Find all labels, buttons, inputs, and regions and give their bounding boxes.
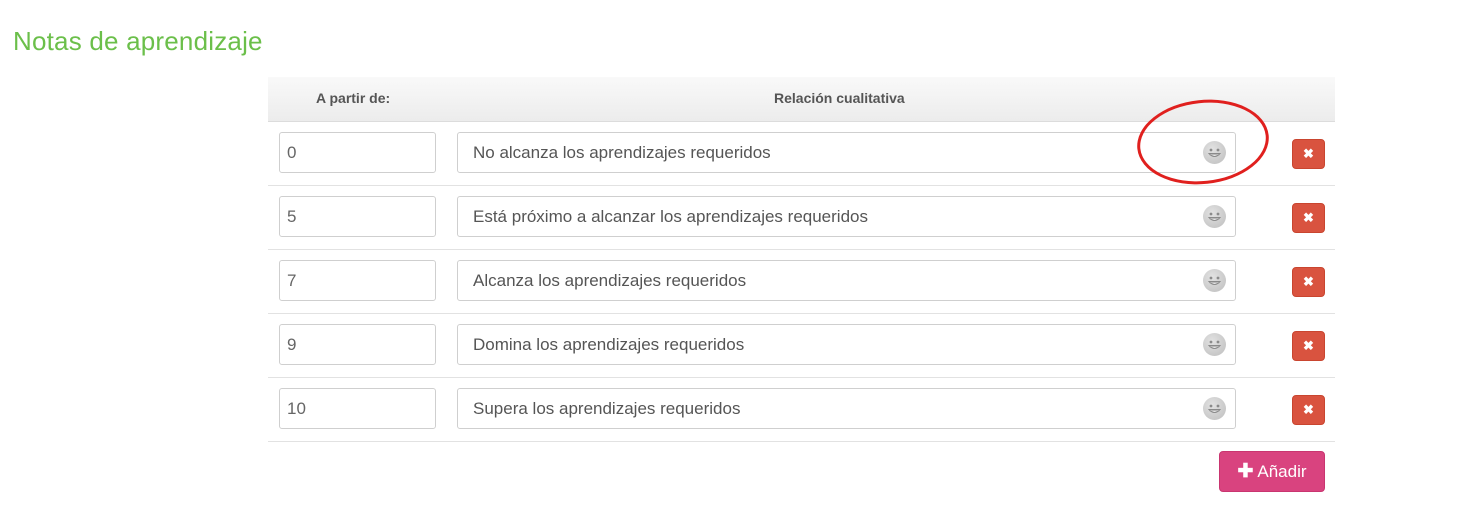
delete-row-button[interactable]: ✖: [1292, 395, 1325, 425]
relation-text: No alcanza los aprendizajes requeridos: [473, 143, 771, 162]
table-row: 5 Está próximo a alcanzar los aprendizaj…: [268, 186, 1335, 250]
delete-row-button[interactable]: ✖: [1292, 331, 1325, 361]
grinning-face-icon[interactable]: [1203, 333, 1226, 356]
table-row: 0 No alcanza los aprendizajes requeridos…: [268, 122, 1335, 186]
table-header: A partir de: Relación cualitativa: [268, 77, 1335, 122]
grinning-face-icon[interactable]: [1203, 397, 1226, 420]
grades-table: A partir de: Relación cualitativa 0 No a…: [268, 77, 1335, 442]
times-icon: ✖: [1303, 338, 1314, 353]
times-icon: ✖: [1303, 210, 1314, 225]
delete-row-button[interactable]: ✖: [1292, 267, 1325, 297]
relation-input[interactable]: Supera los aprendizajes requeridos: [457, 388, 1236, 429]
relation-text: Domina los aprendizajes requeridos: [473, 335, 745, 354]
relation-text: Está próximo a alcanzar los aprendizajes…: [473, 207, 868, 226]
relation-input[interactable]: Está próximo a alcanzar los aprendizajes…: [457, 196, 1236, 237]
learning-grades-page: Notas de aprendizaje A partir de: Relaci…: [0, 0, 1472, 515]
grinning-face-icon[interactable]: [1203, 205, 1226, 228]
delete-row-button[interactable]: ✖: [1292, 203, 1325, 233]
add-button[interactable]: ✚ Añadir: [1219, 451, 1325, 492]
relation-text: Supera los aprendizajes requeridos: [473, 399, 741, 418]
header-from: A partir de:: [316, 90, 391, 106]
header-relation: Relación cualitativa: [774, 90, 905, 106]
relation-input[interactable]: Domina los aprendizajes requeridos: [457, 324, 1236, 365]
relation-input[interactable]: Alcanza los aprendizajes requeridos: [457, 260, 1236, 301]
add-button-label: Añadir: [1257, 462, 1307, 481]
from-value-input[interactable]: 9: [279, 324, 436, 365]
from-value-input[interactable]: 10: [279, 388, 436, 429]
grinning-face-icon[interactable]: [1203, 269, 1226, 292]
table-row: 7 Alcanza los aprendizajes requeridos ✖: [268, 250, 1335, 314]
times-icon: ✖: [1303, 402, 1314, 417]
times-icon: ✖: [1303, 146, 1314, 161]
times-icon: ✖: [1303, 274, 1314, 289]
table-row: 9 Domina los aprendizajes requeridos ✖: [268, 314, 1335, 378]
grinning-face-icon[interactable]: [1203, 141, 1226, 164]
delete-row-button[interactable]: ✖: [1292, 139, 1325, 169]
relation-input[interactable]: No alcanza los aprendizajes requeridos: [457, 132, 1236, 173]
section-title: Notas de aprendizaje: [13, 26, 263, 56]
from-value-input[interactable]: 7: [279, 260, 436, 301]
from-value-input[interactable]: 0: [279, 132, 436, 173]
table-row: 10 Supera los aprendizajes requeridos ✖: [268, 378, 1335, 442]
relation-text: Alcanza los aprendizajes requeridos: [473, 271, 747, 290]
plus-icon: ✚: [1237, 461, 1254, 482]
from-value-input[interactable]: 5: [279, 196, 436, 237]
